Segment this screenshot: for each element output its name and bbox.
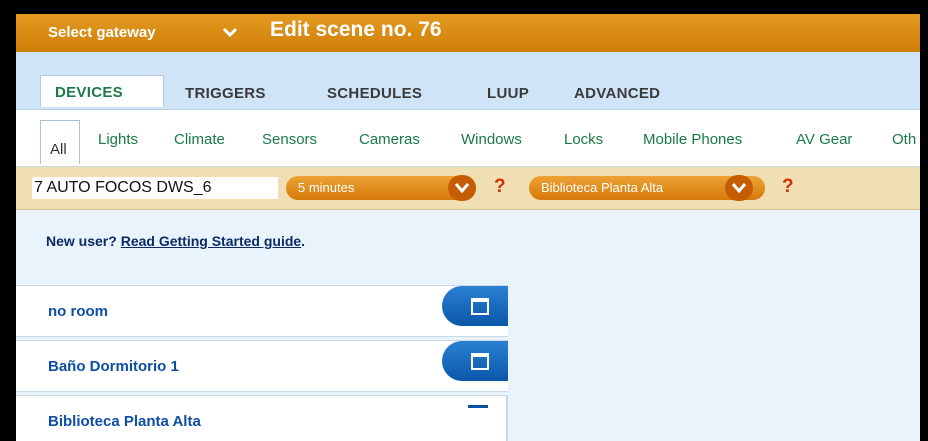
category-mobile-phones[interactable]: Mobile Phones xyxy=(643,131,742,148)
category-lights[interactable]: Lights xyxy=(98,131,138,148)
category-tabs: All Lights Climate Sensors Cameras Windo… xyxy=(16,110,920,166)
expand-room-button[interactable] xyxy=(442,286,508,326)
tab-advanced[interactable]: ADVANCED xyxy=(574,85,660,102)
chevron-down-icon[interactable] xyxy=(725,175,753,201)
category-av-gear[interactable]: AV Gear xyxy=(796,131,852,148)
room-panel[interactable]: Biblioteca Planta Alta xyxy=(16,395,508,441)
category-climate[interactable]: Climate xyxy=(174,131,225,148)
getting-started-link[interactable]: Read Getting Started guide xyxy=(121,233,301,249)
window-icon xyxy=(471,298,489,315)
room-name: Baño Dormitorio 1 xyxy=(48,358,179,375)
device-name: 7 AUTO FOCOS DWS_6 xyxy=(32,177,278,199)
category-locks[interactable]: Locks xyxy=(564,131,603,148)
collapse-icon[interactable] xyxy=(468,405,488,408)
tab-triggers[interactable]: TRIGGERS xyxy=(185,85,266,102)
room-name: no room xyxy=(48,303,108,320)
category-other[interactable]: Oth xyxy=(892,131,916,148)
category-cameras[interactable]: Cameras xyxy=(359,131,420,148)
window-icon xyxy=(471,353,489,370)
scene-editor: Select gateway Edit scene no. 76 DEVICES… xyxy=(16,14,920,441)
room-name: Biblioteca Planta Alta xyxy=(48,413,201,430)
getting-started-hint: New user? Read Getting Started guide. xyxy=(46,233,306,249)
category-windows[interactable]: Windows xyxy=(461,131,522,148)
select-gateway-button[interactable]: Select gateway xyxy=(48,24,156,41)
header-bar: Select gateway Edit scene no. 76 xyxy=(16,14,920,52)
page-title: Edit scene no. 76 xyxy=(270,18,442,41)
delay-select[interactable]: 5 minutes xyxy=(286,175,476,201)
room-panel[interactable]: no room xyxy=(16,285,508,337)
category-all[interactable]: All xyxy=(40,120,80,164)
expand-room-button[interactable] xyxy=(442,341,508,381)
room-select[interactable]: Biblioteca Planta Alta xyxy=(529,175,765,201)
main-tabs: DEVICES TRIGGERS SCHEDULES LUUP ADVANCED xyxy=(16,52,920,110)
chevron-down-icon[interactable] xyxy=(448,175,476,201)
category-sensors[interactable]: Sensors xyxy=(262,131,317,148)
help-icon[interactable]: ? xyxy=(494,176,506,198)
help-icon[interactable]: ? xyxy=(782,176,794,198)
tab-luup[interactable]: LUUP xyxy=(487,85,529,102)
chevron-down-icon[interactable] xyxy=(223,25,237,39)
tab-devices[interactable]: DEVICES xyxy=(40,75,164,107)
device-row: 7 AUTO FOCOS DWS_6 5 minutes ? Bibliotec… xyxy=(16,167,920,210)
room-panel[interactable]: Baño Dormitorio 1 xyxy=(16,340,508,392)
tab-schedules[interactable]: SCHEDULES xyxy=(327,85,422,102)
